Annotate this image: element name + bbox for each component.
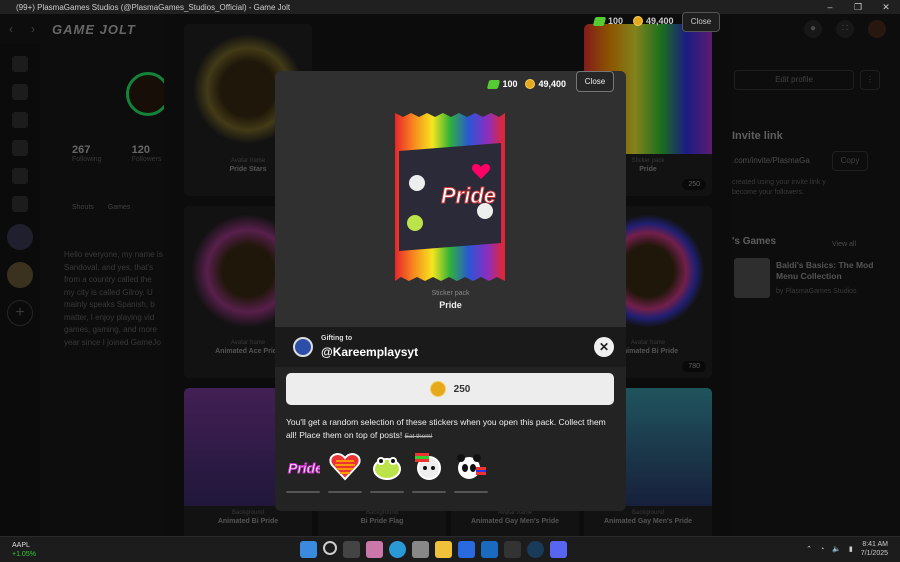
remove-recipient-button[interactable]: ✕ — [594, 337, 614, 357]
ghost-flag-sticker[interactable] — [412, 449, 446, 493]
copilot-icon[interactable] — [366, 541, 383, 558]
recipient-username: @Kareemplaysyt — [321, 345, 419, 359]
window-title: (99+) PlasmaGames Studios (@PlasmaGames_… — [16, 2, 291, 12]
close-window-icon[interactable]: ✕ — [872, 2, 900, 13]
sticker-preview-list: Pride — [286, 449, 488, 493]
purchase-price: 250 — [453, 383, 471, 395]
file-explorer-icon[interactable] — [435, 541, 452, 558]
gamejolt-taskbar-icon[interactable] — [504, 541, 521, 558]
strikethrough-joke: Eat them! — [404, 433, 433, 440]
gem-icon — [592, 16, 607, 26]
pack-name: Pride — [439, 300, 462, 310]
modal-wallet: 100 49,400 — [487, 79, 566, 89]
coin-balance: 49,400 — [538, 79, 566, 89]
edge-icon[interactable] — [389, 541, 406, 558]
steam-icon[interactable] — [527, 541, 544, 558]
modal-close-button[interactable]: Close — [576, 71, 614, 92]
stock-widget[interactable]: AAPL +1.05% — [12, 541, 36, 559]
pack-type-caption: Sticker pack — [431, 290, 470, 297]
frog-sticker[interactable] — [370, 449, 404, 493]
maximize-icon[interactable]: ❐ — [844, 2, 872, 13]
wifi-icon[interactable]: ◔ — [820, 546, 824, 553]
gem-balance: 100 — [502, 79, 518, 89]
clock[interactable]: 8:41 AM 7/1/2025 — [861, 540, 888, 558]
search-icon[interactable] — [323, 541, 337, 555]
system-tray: ⌃ ◔ 🔈 ▮ 8:41 AM 7/1/2025 — [806, 540, 888, 558]
gifting-row: Gifting to @Kareemplaysyt ✕ — [275, 327, 626, 367]
tray-chevron-icon[interactable]: ⌃ — [806, 545, 812, 553]
gem-icon — [487, 79, 501, 89]
svg-text:Pride: Pride — [288, 460, 320, 476]
discord-icon[interactable] — [550, 541, 567, 558]
rainbow-heart-sticker[interactable] — [328, 449, 362, 493]
purchase-button[interactable]: 250 — [286, 373, 614, 405]
coin-icon — [429, 381, 446, 397]
header-wallet: 100 49,400 — [592, 16, 674, 26]
coin-icon — [633, 16, 644, 26]
battery-icon[interactable]: ▮ — [849, 545, 853, 553]
window-titlebar: (99+) PlasmaGames Studios (@PlasmaGames_… — [0, 0, 900, 14]
volume-icon[interactable]: 🔈 — [832, 545, 841, 553]
task-view-icon[interactable] — [343, 541, 360, 558]
start-icon[interactable] — [300, 541, 317, 558]
store-icon[interactable] — [412, 541, 429, 558]
minimize-icon[interactable]: – — [816, 2, 844, 12]
gifting-label: Gifting to — [321, 335, 353, 342]
coin-icon — [525, 79, 536, 89]
outlook-icon[interactable] — [481, 541, 498, 558]
stock-symbol: AAPL — [12, 542, 30, 549]
recipient-avatar — [293, 337, 313, 357]
sticker-pack-modal: 100 49,400 Close Pride Sticker pack Prid… — [275, 71, 626, 511]
pride-text-sticker[interactable]: Pride — [286, 449, 324, 493]
stock-change: +1.05% — [12, 551, 36, 558]
panda-flag-sticker[interactable] — [454, 449, 488, 493]
pack-description: You'll get a random selection of these s… — [286, 417, 606, 440]
windows-taskbar: AAPL +1.05% ⌃ ◔ 🔈 ▮ 8:41 AM 7/1/2025 — [0, 536, 900, 562]
header-close-button[interactable]: Close — [682, 12, 720, 32]
dropbox-icon[interactable] — [458, 541, 475, 558]
sticker-pack-image[interactable]: Pride — [393, 111, 507, 283]
